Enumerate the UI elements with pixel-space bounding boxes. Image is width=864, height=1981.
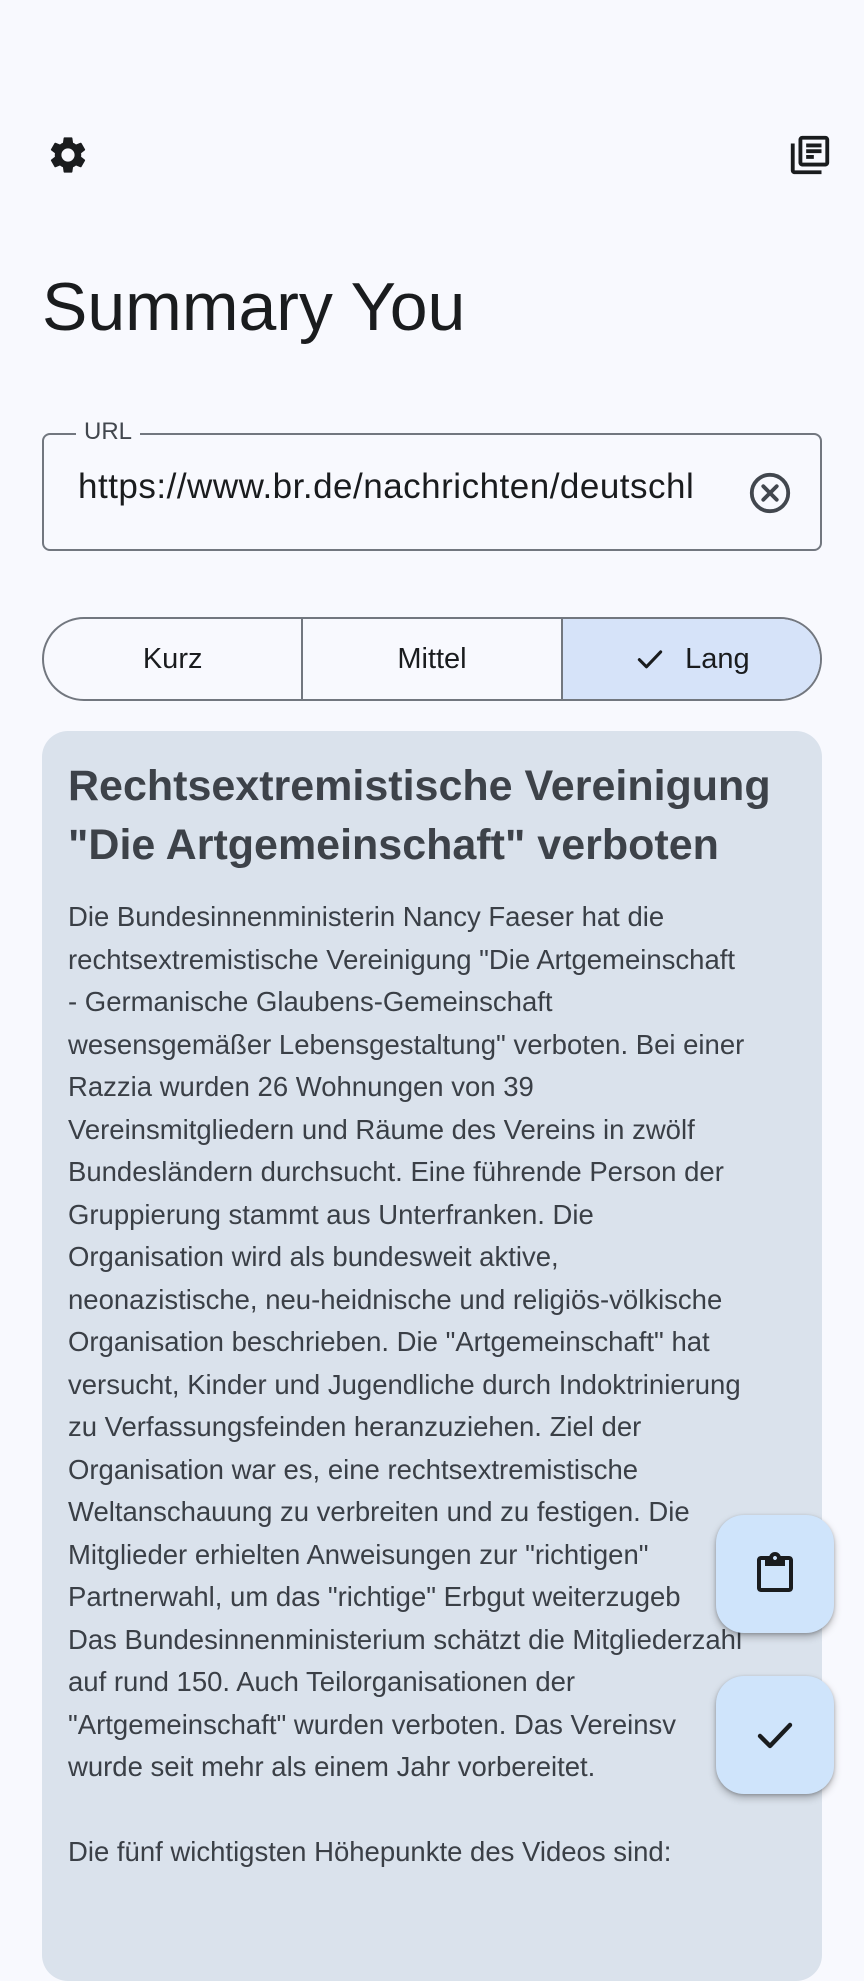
url-input-value[interactable]: https://www.br.de/nachrichten/deutschl xyxy=(78,467,718,507)
length-option-label: Lang xyxy=(685,642,750,675)
clear-url-button[interactable] xyxy=(734,457,806,529)
url-label: URL xyxy=(76,418,141,446)
summary-title: Rechtsextremistische Vereinigung "Die Ar… xyxy=(68,762,771,869)
settings-button[interactable] xyxy=(23,110,113,200)
summary-card: Rechtsextremistische Vereinigung "Die Ar… xyxy=(42,731,822,1981)
gear-icon xyxy=(50,137,86,173)
paste-button[interactable] xyxy=(716,1515,834,1633)
library-button[interactable] xyxy=(765,110,855,200)
page-title: Summary You xyxy=(42,269,466,345)
library-books-icon xyxy=(790,135,830,175)
summarize-button[interactable] xyxy=(716,1676,834,1794)
length-option-mittel[interactable]: Mittel xyxy=(303,619,563,699)
check-icon xyxy=(757,1722,793,1749)
length-option-kurz[interactable]: Kurz xyxy=(44,619,304,699)
top-app-bar xyxy=(0,110,864,200)
clipboard-icon xyxy=(757,1552,793,1592)
length-option-label: Kurz xyxy=(142,642,203,675)
length-option-lang[interactable]: Lang xyxy=(562,619,820,699)
summary-text: Die Bundesinnenministerin Nancy Faeser h… xyxy=(68,901,745,1867)
cancel-circle-icon xyxy=(749,472,791,514)
summary-length-selector: Kurz Mittel Lang xyxy=(42,617,822,701)
url-input[interactable]: https://www.br.de/nachrichten/deutschl xyxy=(42,433,822,551)
check-icon xyxy=(633,642,667,676)
length-option-label: Mittel xyxy=(397,642,467,675)
